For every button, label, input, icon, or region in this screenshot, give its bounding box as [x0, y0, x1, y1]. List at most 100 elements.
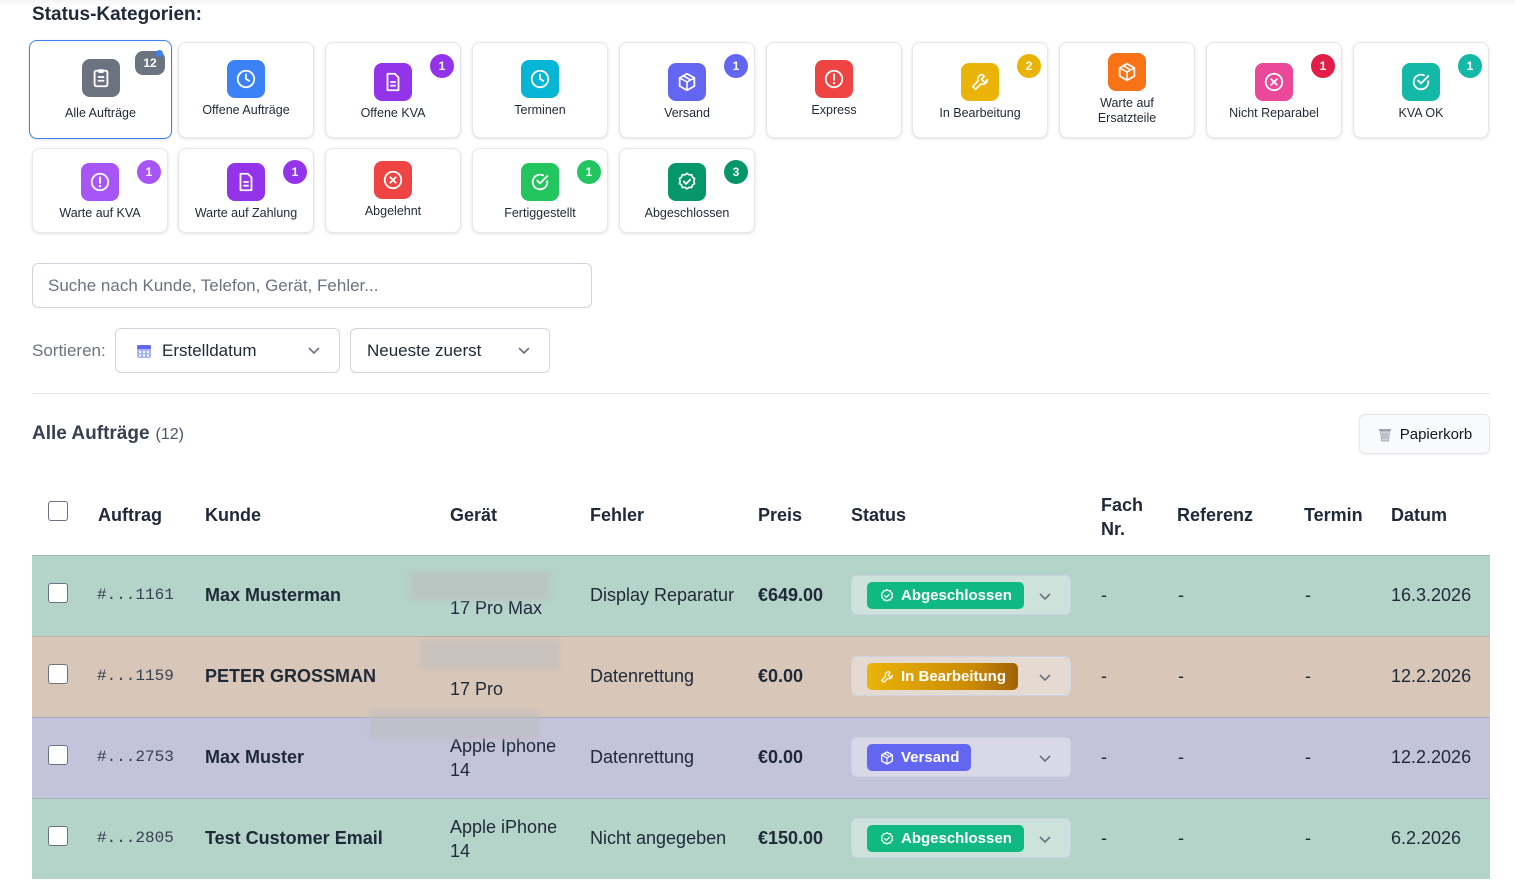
clock-icon: [227, 60, 265, 98]
status-card-offene-aufträge[interactable]: Offene Aufträge: [178, 42, 314, 138]
sort-order-select[interactable]: Neueste zuerst: [350, 328, 550, 373]
status-select[interactable]: Abgeschlossen: [851, 575, 1071, 615]
indicator-dot: [156, 50, 163, 57]
appointment-cell: -: [1305, 666, 1311, 686]
status-card-fertiggestellt[interactable]: Fertiggestellt 1: [472, 148, 608, 233]
device-cell: Apple iPhone 14: [450, 815, 557, 863]
status-badge: Versand: [867, 744, 972, 771]
document-icon: [374, 63, 412, 101]
status-card-express[interactable]: Express: [766, 42, 902, 138]
row-checkbox[interactable]: [48, 583, 68, 603]
count-badge: 2: [1017, 54, 1041, 78]
status-card-warte-auf-zahlung[interactable]: Warte auf Zahlung 1: [178, 148, 314, 233]
status-card-abgeschlossen[interactable]: Abgeschlossen 3: [619, 148, 755, 233]
header-reference[interactable]: Referenz: [1177, 505, 1253, 526]
status-card-label: Offene KVA: [360, 106, 426, 120]
row-checkbox[interactable]: [48, 664, 68, 684]
order-number: #...2753: [97, 748, 174, 766]
status-card-label: Abgelehnt: [364, 204, 422, 218]
status-card-versand[interactable]: Versand 1: [619, 42, 755, 138]
header-device[interactable]: Gerät: [450, 505, 497, 526]
sort-field-select[interactable]: Erstelldatum: [115, 328, 340, 373]
check-circle-icon: [1402, 63, 1440, 101]
appointment-cell: -: [1305, 828, 1311, 848]
row-checkbox[interactable]: [48, 826, 68, 846]
header-appointment[interactable]: Termin: [1304, 505, 1363, 526]
status-card-label: Nicht Reparabel: [1229, 106, 1319, 120]
fach-cell: -: [1101, 666, 1107, 686]
status-card-label: Terminen: [514, 103, 566, 117]
header-fach-line2: Nr.: [1101, 519, 1126, 539]
check-badge-icon: [879, 831, 901, 847]
list-title-text: Alle Aufträge: [32, 423, 150, 444]
alert-icon: [815, 60, 853, 98]
reference-cell: -: [1178, 666, 1184, 686]
status-text: Versand: [901, 749, 960, 766]
x-circle-icon: [1255, 63, 1293, 101]
select-all-checkbox[interactable]: [48, 501, 68, 521]
reference-cell: -: [1178, 585, 1184, 605]
date-cell: 12.2.2026: [1391, 666, 1472, 686]
fach-cell: -: [1101, 747, 1107, 767]
sort-label: Sortieren:: [32, 341, 106, 360]
header-status[interactable]: Status: [851, 505, 906, 526]
count-badge: 1: [1458, 54, 1482, 78]
status-badge: In Bearbeitung: [867, 663, 1019, 690]
status-select[interactable]: Abgeschlossen: [851, 818, 1071, 858]
appointment-cell: -: [1305, 585, 1311, 605]
list-count: (12): [155, 426, 184, 443]
row-checkbox[interactable]: [48, 745, 68, 765]
status-card-label: Abgeschlossen: [644, 206, 730, 220]
count-badge: 1: [137, 160, 161, 184]
price-cell: €0.00: [758, 747, 804, 767]
reference-cell: -: [1178, 828, 1184, 848]
redacted-area: [370, 710, 540, 740]
search-input[interactable]: [32, 263, 592, 308]
header-fault[interactable]: Fehler: [590, 505, 644, 526]
check-circle-icon: [521, 163, 559, 201]
header-date[interactable]: Datum: [1391, 505, 1447, 526]
divider: [32, 393, 1490, 394]
check-badge-icon: [668, 163, 706, 201]
alert-icon: [81, 163, 119, 201]
status-card-label: Warte auf Ersatzteile: [1097, 96, 1157, 125]
document-icon: [227, 163, 265, 201]
count-badge: 1: [283, 160, 307, 184]
status-card-in-bearbeitung[interactable]: In Bearbeitung 2: [912, 42, 1048, 138]
status-card-warte-auf-kva[interactable]: Warte auf KVA 1: [32, 148, 168, 233]
header-customer[interactable]: Kunde: [205, 505, 261, 526]
status-card-offene-kva[interactable]: Offene KVA 1: [325, 42, 461, 138]
status-card-label: In Bearbeitung: [939, 106, 1021, 120]
trash-button[interactable]: Papierkorb: [1359, 414, 1490, 454]
chevron-down-icon: [518, 347, 530, 355]
status-card-label: Versand: [664, 106, 710, 120]
trash-icon: [1378, 429, 1391, 442]
status-card-warte-auf-ersatzteile[interactable]: Warte auf Ersatzteile: [1059, 42, 1195, 138]
status-text: In Bearbeitung: [901, 668, 1007, 685]
status-select[interactable]: In Bearbeitung: [851, 656, 1071, 696]
status-card-nicht-reparabel[interactable]: Nicht Reparabel 1: [1206, 42, 1342, 138]
wrench-icon: [961, 63, 999, 101]
header-order[interactable]: Auftrag: [98, 505, 162, 526]
device-line-2: 14: [450, 760, 471, 780]
status-card-kva-ok[interactable]: KVA OK 1: [1353, 42, 1489, 138]
sort-order-value: Neueste zuerst: [367, 340, 482, 360]
device-line-2: 17 Pro: [450, 679, 504, 699]
status-card-alle-aufträge[interactable]: Alle Aufträge 12: [29, 40, 172, 139]
x-circle-icon: [374, 161, 412, 199]
redacted-area: [410, 571, 550, 601]
status-card-terminen[interactable]: Terminen: [472, 42, 608, 138]
status-card-abgelehnt[interactable]: Abgelehnt: [325, 148, 461, 233]
header-fach-nr[interactable]: Fach Nr.: [1101, 493, 1143, 541]
package-icon: [668, 63, 706, 101]
chevron-down-icon: [308, 347, 320, 355]
reference-cell: -: [1178, 747, 1184, 767]
device-line-1: Apple iPhone: [450, 817, 558, 837]
status-select[interactable]: Versand: [851, 737, 1071, 777]
status-text: Abgeschlossen: [901, 830, 1012, 847]
status-card-label: Offene Aufträge: [202, 103, 290, 117]
header-price[interactable]: Preis: [758, 505, 802, 526]
status-text: Abgeschlossen: [901, 587, 1012, 604]
top-shadow: [0, 0, 1515, 6]
count-badge: 3: [724, 160, 748, 184]
